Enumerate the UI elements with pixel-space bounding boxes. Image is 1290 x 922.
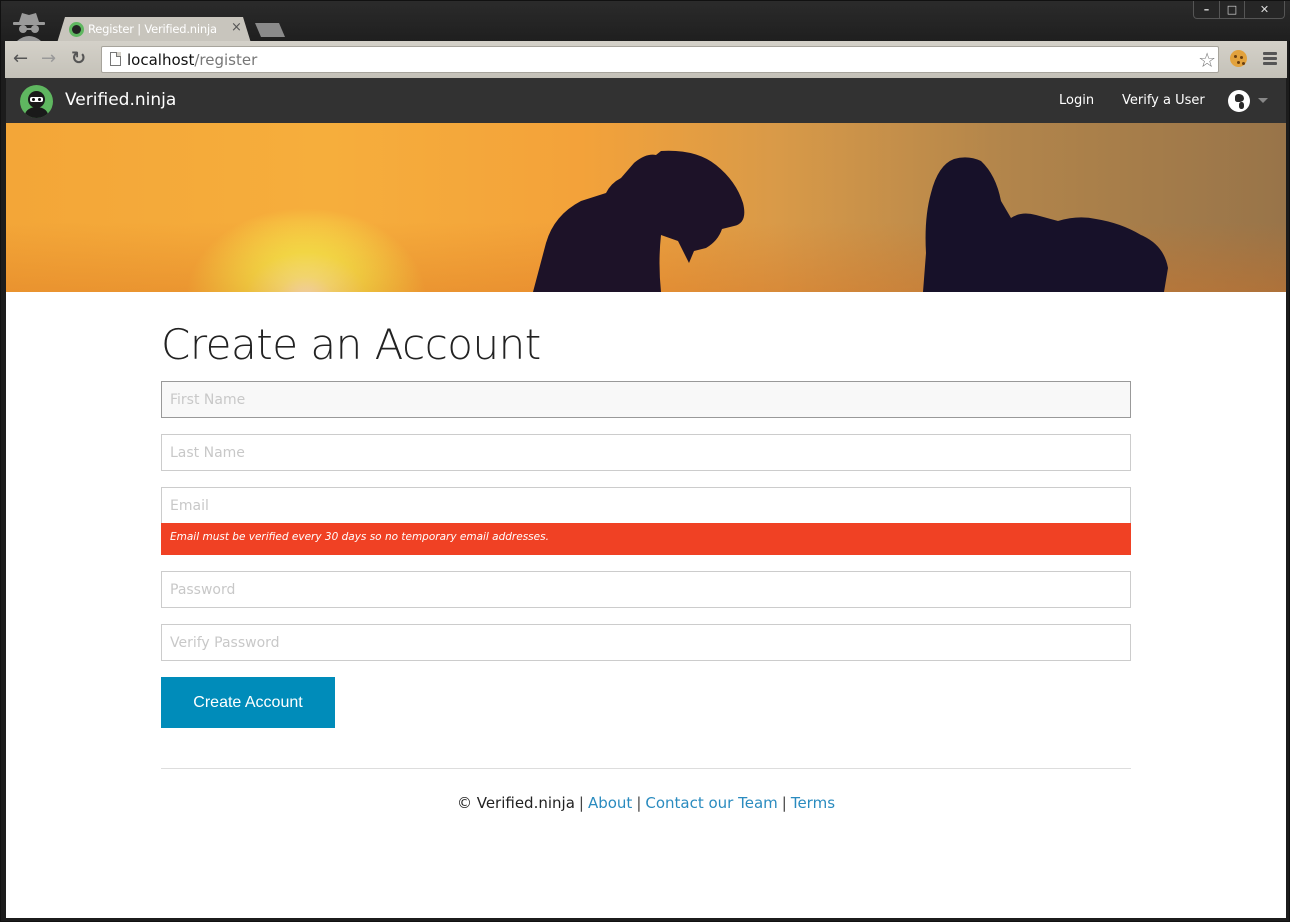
password-input[interactable]: [161, 571, 1131, 608]
email-error-message: Email must be verified every 30 days so …: [161, 523, 1131, 555]
email-input[interactable]: [161, 487, 1131, 524]
close-window-button[interactable]: ✕: [1244, 1, 1284, 19]
cookie-extension-icon[interactable]: [1230, 50, 1247, 67]
brand-link[interactable]: Verified.ninja: [65, 90, 176, 110]
footer: © Verified.ninja | About | Contact our Team |…: [161, 794, 1131, 812]
page-icon: [110, 52, 121, 66]
minimize-button[interactable]: –: [1194, 1, 1219, 19]
create-account-button[interactable]: Create Account: [161, 677, 335, 728]
bookmark-star-icon[interactable]: ☆: [1198, 48, 1216, 72]
browser-tab-active[interactable]: Register | Verified.ninja ×: [57, 17, 251, 43]
browser-toolbar: ← → ↻ localhost/register ☆: [5, 41, 1287, 78]
site-navbar: Verified.ninja Login Verify a User: [6, 78, 1286, 123]
url-host: localhost: [127, 51, 195, 69]
back-button[interactable]: ←: [13, 49, 28, 69]
incognito-icon: [13, 13, 45, 41]
language-dropdown-caret-icon[interactable]: [1258, 98, 1268, 103]
browser-window: Register | Verified.ninja × – □ ✕ ← → ↻ …: [0, 0, 1290, 922]
page-viewport: Verified.ninja Login Verify a User Creat…: [6, 78, 1286, 918]
first-name-input[interactable]: [161, 381, 1131, 418]
browser-menu-icon[interactable]: [1263, 52, 1277, 66]
last-name-input[interactable]: [161, 434, 1131, 471]
copyright-text: © Verified.ninja: [456, 794, 575, 812]
site-favicon-icon: [69, 22, 84, 37]
address-bar[interactable]: localhost/register ☆: [101, 46, 1219, 73]
url-path: /register: [194, 51, 258, 69]
nav-login-link[interactable]: Login: [1059, 93, 1094, 108]
footer-divider: [161, 768, 1131, 769]
hero-banner-image: [6, 123, 1286, 292]
globe-language-icon[interactable]: [1228, 90, 1250, 112]
verify-password-input[interactable]: [161, 624, 1131, 661]
silhouettes-image: [533, 150, 1168, 292]
title-bar: Register | Verified.ninja × – □ ✕: [1, 1, 1290, 43]
separator: |: [578, 794, 584, 812]
new-tab-button[interactable]: [255, 23, 285, 37]
window-controls: – □ ✕: [1193, 1, 1285, 19]
tab-title: Register | Verified.ninja: [88, 22, 217, 36]
separator: |: [781, 794, 787, 812]
page-title: Create an Account: [161, 320, 541, 369]
url-text: localhost/register: [127, 51, 257, 69]
footer-about-link[interactable]: About: [588, 794, 632, 812]
maximize-button[interactable]: □: [1219, 1, 1244, 19]
forward-button[interactable]: →: [41, 49, 56, 69]
footer-terms-link[interactable]: Terms: [791, 794, 835, 812]
ninja-logo-icon[interactable]: [20, 85, 53, 118]
reload-button[interactable]: ↻: [71, 49, 86, 69]
nav-verify-user-link[interactable]: Verify a User: [1122, 93, 1205, 108]
footer-contact-link[interactable]: Contact our Team: [645, 794, 777, 812]
tab-close-icon[interactable]: ×: [231, 20, 242, 35]
separator: |: [636, 794, 642, 812]
